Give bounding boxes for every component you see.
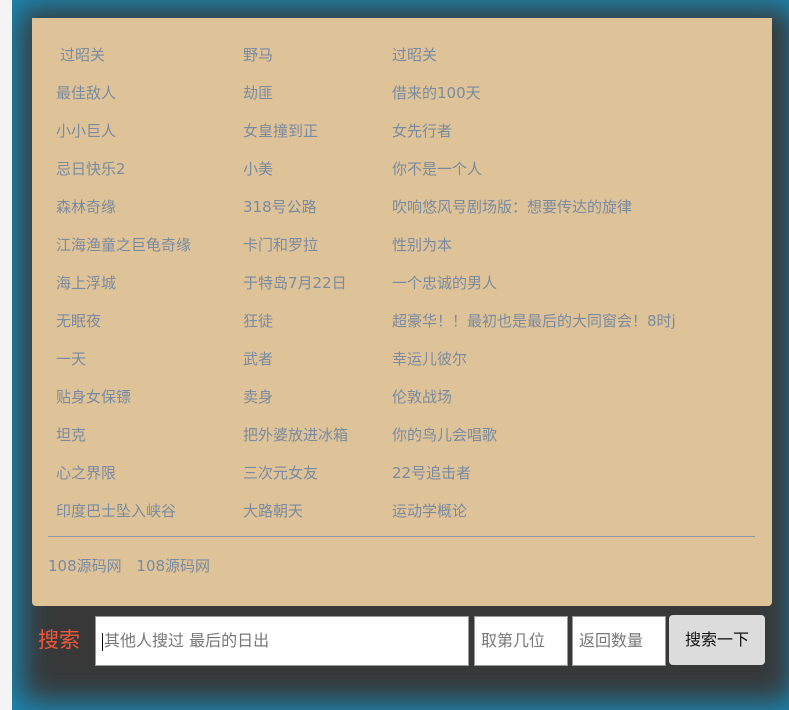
list-row: 贴身女保镖 卖身 伦敦战场 [32,386,772,424]
movie-link[interactable]: 一个忠诚的男人 [392,272,497,293]
movie-link[interactable]: 过昭关 [60,44,105,65]
search-input[interactable]: 其他人搜过 最后的日出 [95,616,469,666]
movie-link[interactable]: 过昭关 [392,44,437,65]
movie-link[interactable]: 吹响悠风号剧场版：想要传达的旋律 [392,196,632,217]
movie-link[interactable]: 野马 [243,44,273,65]
movie-link[interactable]: 小美 [243,158,273,179]
search-placeholder: 其他人搜过 最后的日出 [104,631,270,650]
movie-link[interactable]: 小小巨人 [56,120,116,141]
movie-link[interactable]: 318号公路 [243,196,317,217]
movie-link[interactable]: 把外婆放进冰箱 [243,424,348,445]
list-row: 森林奇缘 318号公路 吹响悠风号剧场版：想要传达的旋律 [32,196,772,234]
movie-link[interactable]: 狂徒 [243,310,273,331]
movie-link[interactable]: 忌日快乐2 [56,158,126,179]
movie-link[interactable]: 性别为本 [392,234,452,255]
movie-link[interactable]: 卡门和罗拉 [243,234,318,255]
movie-link[interactable]: 你不是一个人 [392,158,482,179]
movie-link[interactable]: 最佳敌人 [56,82,116,103]
movie-link[interactable]: 江海渔童之巨龟奇缘 [56,234,191,255]
footer-link[interactable]: 108源码网 [48,557,122,575]
movie-link[interactable]: 大路朝天 [243,500,303,521]
movie-link[interactable]: 森林奇缘 [56,196,116,217]
search-button[interactable]: 搜索一下 [669,615,765,665]
movie-link[interactable]: 武者 [243,348,273,369]
movie-link[interactable]: 超豪华！！最初也是最后的大同窗会！8时j [392,310,676,331]
list-row: 小小巨人 女皇撞到正 女先行者 [32,120,772,158]
list-row: 忌日快乐2 小美 你不是一个人 [32,158,772,196]
movie-link[interactable]: 三次元女友 [243,462,318,483]
movie-link[interactable]: 心之界限 [56,462,116,483]
movie-link[interactable]: 幸运儿彼尔 [392,348,467,369]
offset-input[interactable]: 取第几位 [474,616,568,666]
movie-link[interactable]: 借来的100天 [392,82,481,103]
footer-link[interactable]: 108源码网 [136,557,210,575]
list-row: 过昭关 野马 过昭关 [32,44,772,82]
movie-link[interactable]: 22号追击者 [392,462,471,483]
movie-link[interactable]: 于特岛7月22日 [243,272,347,293]
count-input[interactable]: 返回数量 [572,616,666,666]
list-row: 最佳敌人 劫匪 借来的100天 [32,82,772,120]
movie-link[interactable]: 运动学概论 [392,500,467,521]
movie-link[interactable]: 贴身女保镖 [56,386,131,407]
movie-link[interactable]: 印度巴士坠入峡谷 [56,500,176,521]
list-row: 坦克 把外婆放进冰箱 你的鸟儿会唱歌 [32,424,772,462]
search-label: 搜索 [38,628,80,652]
movie-link[interactable]: 女皇撞到正 [243,120,318,141]
text-caret [102,632,103,651]
movie-link[interactable]: 海上浮城 [56,272,116,293]
movie-link[interactable]: 无眠夜 [56,310,101,331]
movie-link[interactable]: 女先行者 [392,120,452,141]
footer-links: 108源码网 108源码网 [48,555,220,576]
movie-link[interactable]: 你的鸟儿会唱歌 [392,424,497,445]
list-row: 印度巴士坠入峡谷 大路朝天 运动学概论 [32,500,772,538]
list-row: 心之界限 三次元女友 22号追击者 [32,462,772,500]
results-box: 108源码网 108源码网 过昭关 野马 过昭关最佳敌人 劫匪 借来的100天小小巨人 女… [32,18,772,606]
movie-link[interactable]: 一天 [56,348,86,369]
movie-link[interactable]: 卖身 [243,386,273,407]
movie-link[interactable]: 坦克 [56,424,86,445]
list-row: 江海渔童之巨龟奇缘 卡门和罗拉 性别为本 [32,234,772,272]
list-row: 一天 武者 幸运儿彼尔 [32,348,772,386]
movie-link[interactable]: 劫匪 [243,82,273,103]
movie-link[interactable]: 伦敦战场 [392,386,452,407]
list-row: 海上浮城 于特岛7月22日 一个忠诚的男人 [32,272,772,310]
list-row: 无眠夜 狂徒 超豪华！！最初也是最后的大同窗会！8时j [32,310,772,348]
